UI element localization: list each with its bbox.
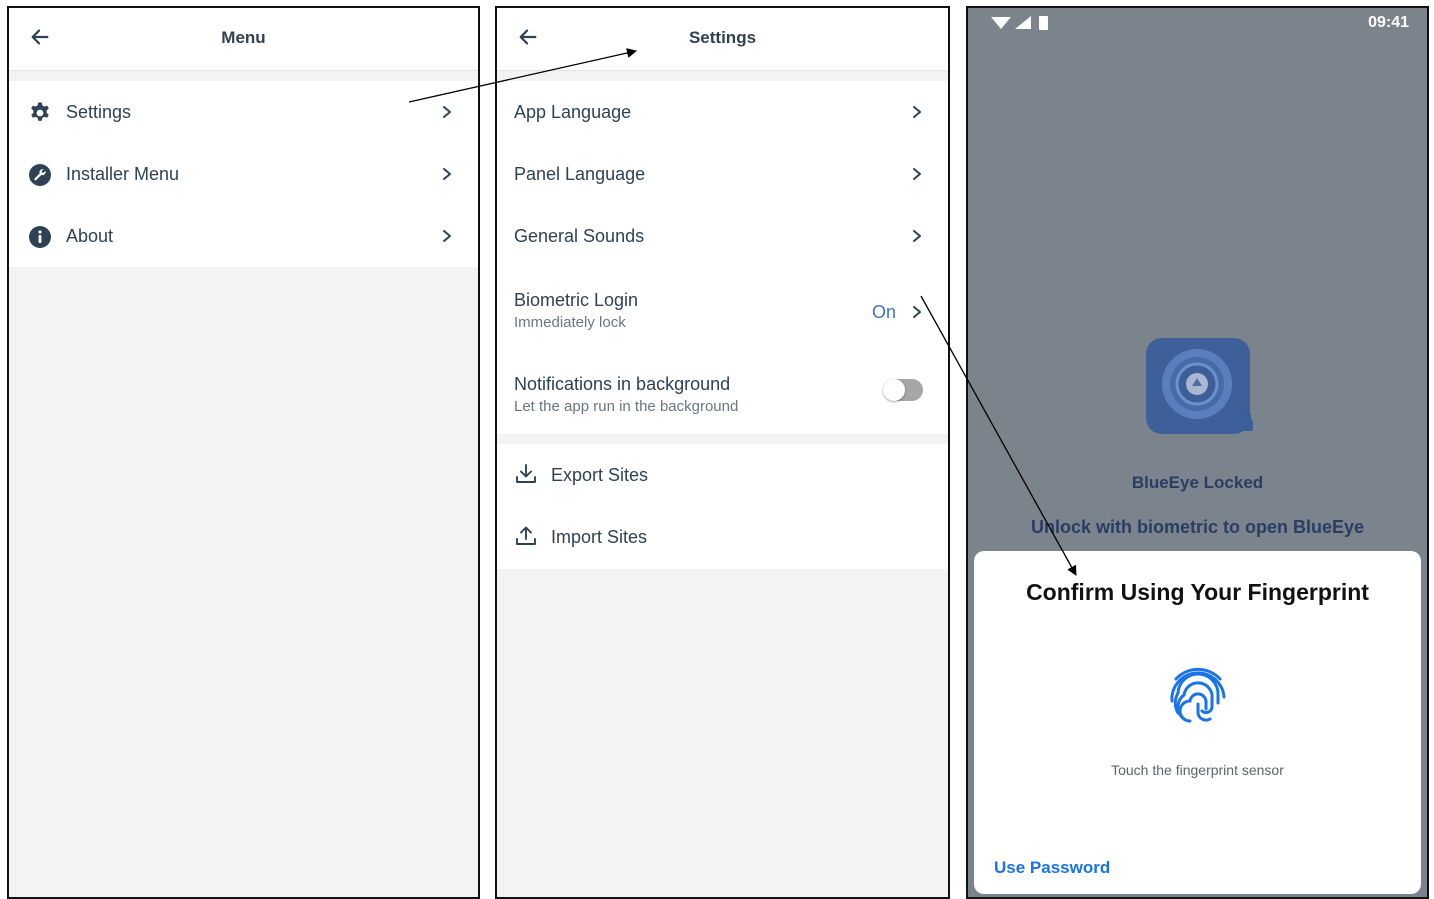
settings-item-app-language[interactable]: App Language: [497, 81, 948, 143]
settings-item-panel-language[interactable]: Panel Language: [497, 143, 948, 205]
chevron-right-icon: [913, 230, 921, 242]
settings-item-label: App Language: [514, 102, 632, 122]
app-logo: [1146, 338, 1253, 434]
fingerprint-icon[interactable]: [1166, 661, 1230, 729]
dialog-hint: Touch the fingerprint sensor: [1111, 762, 1284, 778]
lock-screen: 09:41 BlueEye Locked Unlock with biometr…: [966, 6, 1429, 899]
chevron-right-icon: [913, 106, 921, 118]
settings-item-label: Panel Language: [514, 164, 646, 184]
lock-icon: [1237, 410, 1253, 431]
menu-item-label: Installer Menu: [66, 164, 180, 184]
lock-subtitle: Unlock with biometric to open BlueEye: [1030, 517, 1365, 537]
chevron-right-icon: [443, 230, 451, 242]
menu-item-label: About: [66, 226, 114, 246]
settings-item-label: General Sounds: [514, 226, 645, 246]
action-label: Import Sites: [551, 527, 648, 547]
status-bar: 09:41: [968, 8, 1427, 38]
wrench-icon: [29, 164, 51, 186]
page-title: Menu: [221, 28, 266, 47]
lock-title: BlueEye Locked: [1131, 473, 1264, 492]
signal-icon: [1015, 16, 1031, 29]
use-password-button[interactable]: Use Password: [994, 858, 1110, 878]
battery-icon: [1039, 16, 1048, 30]
settings-list: App Language Panel Language General Soun…: [497, 81, 948, 434]
settings-item-notifications-background: Notifications in background Let the app …: [497, 351, 948, 434]
gear-icon: [31, 102, 49, 121]
sites-actions-list: Export Sites Import Sites: [497, 444, 948, 569]
status-icons: [991, 16, 1048, 30]
chevron-right-icon: [443, 168, 451, 180]
chevron-right-icon: [913, 168, 921, 180]
settings-item-biometric-login[interactable]: Biometric Login Immediately lock On: [497, 267, 948, 351]
settings-item-sublabel: Immediately lock: [514, 314, 626, 331]
settings-header: Settings: [497, 8, 948, 71]
fingerprint-dialog: Confirm Using Your Fingerprint Touch the…: [974, 551, 1421, 894]
biometric-status-value: On: [872, 302, 897, 322]
menu-screen: Menu Settings Installer Menu About: [7, 6, 480, 899]
menu-item-about[interactable]: About: [9, 205, 478, 267]
chevron-right-icon: [913, 306, 921, 318]
download-icon: [516, 464, 536, 483]
chevron-right-icon: [443, 106, 451, 118]
export-sites-button[interactable]: Export Sites: [497, 444, 948, 506]
blueeye-logo-icon: [1162, 349, 1232, 419]
action-label: Export Sites: [551, 465, 649, 485]
status-time: 09:41: [1368, 14, 1409, 31]
settings-item-label: Notifications in background: [514, 374, 731, 394]
info-icon: [29, 226, 51, 248]
menu-item-settings[interactable]: Settings: [9, 81, 478, 143]
notifications-toggle[interactable]: [883, 379, 923, 401]
menu-item-installer[interactable]: Installer Menu: [9, 143, 478, 205]
upload-icon: [516, 526, 536, 545]
settings-item-label: Biometric Login: [514, 290, 639, 310]
settings-screen: Settings App Language Panel Language Gen…: [495, 6, 950, 899]
menu-item-label: Settings: [66, 102, 132, 122]
page-title: Settings: [688, 28, 757, 47]
dialog-title: Confirm Using Your Fingerprint: [1026, 579, 1369, 605]
menu-header: Menu: [9, 8, 478, 71]
import-sites-button[interactable]: Import Sites: [497, 506, 948, 568]
wifi-icon: [991, 17, 1011, 29]
menu-list: Settings Installer Menu About: [9, 81, 478, 267]
settings-item-general-sounds[interactable]: General Sounds: [497, 205, 948, 267]
toggle-knob: [883, 379, 905, 401]
settings-item-sublabel: Let the app run in the background: [514, 398, 739, 415]
